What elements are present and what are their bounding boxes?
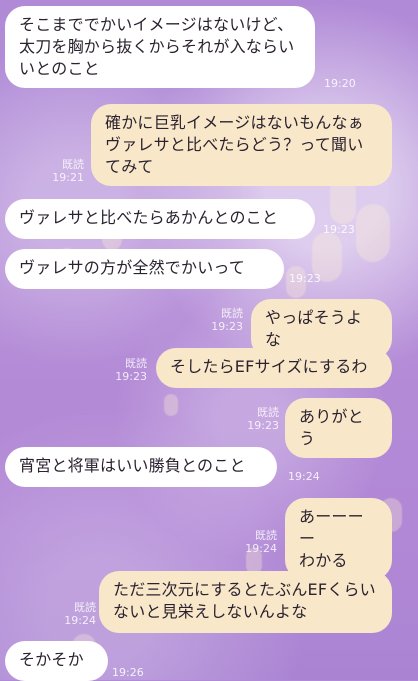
- time-label: 19:23: [247, 419, 279, 432]
- message-time: 19:20: [324, 77, 356, 90]
- incoming-message-bubble[interactable]: そこまででかいイメージはないけど、太刀を胸から抜くからそれが入ならいいとのこと: [5, 6, 315, 88]
- read-label: 既読: [257, 406, 279, 419]
- time-label: 19:26: [112, 666, 144, 679]
- message-meta: 既読 19:23: [109, 357, 147, 383]
- message-meta: 既読 19:24: [239, 529, 277, 555]
- incoming-message-bubble[interactable]: ヴァレサと比べたらあかんとのこと: [5, 199, 315, 239]
- outgoing-message-bubble[interactable]: あーーーー わかる: [285, 498, 392, 580]
- time-label: 19:24: [288, 470, 320, 483]
- read-label: 既読: [125, 357, 147, 370]
- time-label: 19:23: [115, 370, 147, 383]
- time-label: 19:20: [324, 77, 356, 90]
- time-label: 19:23: [211, 320, 243, 333]
- message-time: 19:23: [289, 272, 321, 285]
- time-label: 19:24: [64, 614, 96, 627]
- time-label: 19:23: [323, 223, 355, 236]
- message-meta: 既読 19:23: [205, 307, 243, 333]
- incoming-message-bubble[interactable]: ヴァレサの方が全然でかいって: [5, 249, 284, 289]
- outgoing-message-bubble[interactable]: ありがとう: [285, 398, 392, 458]
- time-label: 19:24: [245, 542, 277, 555]
- read-label: 既読: [62, 158, 84, 171]
- message-meta: 既読 19:21: [52, 158, 84, 184]
- read-label: 既読: [255, 529, 277, 542]
- message-meta: 既読 19:24: [58, 601, 96, 627]
- time-label: 19:23: [289, 272, 321, 285]
- message-time: 19:23: [323, 223, 355, 236]
- incoming-message-bubble[interactable]: そかそか: [5, 641, 108, 681]
- message-time: 19:26: [112, 666, 144, 679]
- outgoing-message-bubble[interactable]: ただ三次元にするとたぶんEFくらいないと見栄えしないんよな: [99, 571, 392, 633]
- message-time: 19:24: [288, 470, 320, 483]
- read-label: 既読: [74, 601, 96, 614]
- bokeh-light: [164, 394, 178, 416]
- time-label: 19:21: [52, 171, 84, 184]
- message-meta: 既読 19:23: [241, 406, 279, 432]
- read-label: 既読: [221, 307, 243, 320]
- outgoing-message-bubble[interactable]: 確かに巨乳イメージはないもんなぁ ヴァレサと比べたらどう？って聞いてみて: [91, 104, 392, 186]
- outgoing-message-bubble[interactable]: そしたらEFサイズにするわ: [156, 348, 392, 388]
- bokeh-light: [356, 204, 390, 262]
- incoming-message-bubble[interactable]: 宵宮と将軍はいい勝負とのこと: [5, 447, 277, 487]
